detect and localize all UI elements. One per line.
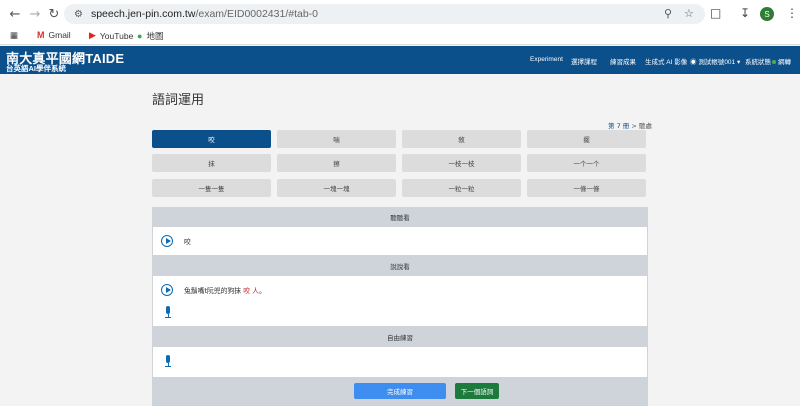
extensions-icon[interactable]: □ bbox=[710, 6, 721, 20]
nav-system-status[interactable]: 系統狀態 bbox=[745, 56, 771, 66]
listen-header: 聽聽看 bbox=[152, 207, 648, 226]
word-button[interactable]: 一枝一枝 bbox=[402, 154, 521, 172]
speak-panel bbox=[152, 275, 648, 327]
download-icon[interactable]: ↧ bbox=[740, 6, 750, 20]
url-host: speech.jen-pin.com.tw bbox=[90, 8, 196, 20]
status-dot-icon bbox=[772, 60, 776, 65]
browser-toolbar: ← → ↻ ⚙ speech.jen-pin.com.tw/exam/EID00… bbox=[0, 0, 800, 28]
site-navbar: 南大真平國網TAIDE 台英語AI學伴系統 Experiment 選擇課程 練習… bbox=[0, 46, 800, 74]
apps-grid-icon[interactable]: ▦ bbox=[10, 30, 18, 41]
address-bar[interactable]: ⚙ speech.jen-pin.com.tw/exam/EID0002431/… bbox=[64, 4, 705, 24]
site-info-icon[interactable]: ⚙ bbox=[74, 9, 83, 20]
word-button[interactable]: 喘 bbox=[277, 130, 396, 148]
breadcrumb-link[interactable]: 第 7 冊 bbox=[608, 122, 629, 130]
bookmark-youtube[interactable]: ▶ YouTube bbox=[89, 30, 133, 41]
bookmark-maps[interactable]: ● 地圖 bbox=[137, 30, 163, 42]
reload-icon[interactable]: ↻ bbox=[45, 5, 63, 23]
bookmarks-bar: ▦ M Gmail ▶ YouTube ● 地圖 bbox=[0, 28, 800, 45]
word-button[interactable]: 一隻一隻 bbox=[152, 179, 271, 197]
word-button[interactable]: 咬 bbox=[152, 130, 271, 148]
maps-icon: ● bbox=[137, 31, 143, 41]
microphone-icon[interactable] bbox=[164, 355, 172, 367]
breadcrumb: 第 7 冊 > 聽處 bbox=[608, 122, 652, 130]
word-button[interactable]: 一粒一粒 bbox=[402, 179, 521, 197]
highlight-word: 咬 人 bbox=[243, 287, 259, 295]
youtube-icon: ▶ bbox=[89, 30, 96, 40]
speak-header: 說說看 bbox=[152, 256, 648, 275]
word-button[interactable]: 一條一條 bbox=[527, 179, 646, 197]
next-word-button[interactable]: 下一個語詞 bbox=[455, 383, 499, 399]
page-title: 語詞運用 bbox=[152, 93, 205, 108]
nav-account[interactable]: ◉ 測試帳號001 ▾ bbox=[690, 56, 740, 66]
more-menu-icon[interactable]: ⋮ bbox=[786, 6, 798, 20]
listen-word: 咬 bbox=[184, 238, 191, 246]
gmail-icon: M bbox=[37, 30, 45, 40]
play-icon[interactable] bbox=[161, 235, 173, 247]
word-button[interactable]: 抹 bbox=[152, 154, 271, 172]
nav-experiment[interactable]: Experiment bbox=[530, 56, 563, 63]
bookmark-gmail[interactable]: M Gmail bbox=[37, 30, 71, 40]
play-icon[interactable] bbox=[161, 284, 173, 296]
free-practice-panel bbox=[152, 346, 648, 378]
word-button[interactable]: 擺 bbox=[527, 130, 646, 148]
bookmark-star-icon[interactable]: ☆ bbox=[684, 7, 694, 20]
forward-icon[interactable]: → bbox=[26, 5, 44, 23]
zoom-icon[interactable]: ⚲ bbox=[664, 7, 672, 20]
speak-sentence: 兔鬚嘴t阮兜的狗抹 咬 人。 bbox=[184, 287, 266, 295]
nav-select-course[interactable]: 選擇課程 bbox=[571, 56, 597, 66]
microphone-icon[interactable] bbox=[164, 306, 172, 318]
back-icon[interactable]: ← bbox=[6, 5, 24, 23]
nav-status-indicator: 網轉 bbox=[772, 56, 791, 66]
word-button[interactable]: 一塊一塊 bbox=[277, 179, 396, 197]
word-button[interactable]: 擦 bbox=[277, 154, 396, 172]
word-button[interactable]: 一个一个 bbox=[527, 154, 646, 172]
site-subtitle: 台英語AI學伴系統 bbox=[6, 64, 66, 73]
word-button[interactable]: 敘 bbox=[402, 130, 521, 148]
finish-practice-button[interactable]: 完成練習 bbox=[354, 383, 446, 399]
listen-panel bbox=[152, 226, 648, 256]
profile-avatar[interactable]: S bbox=[760, 7, 774, 21]
nav-genai-image[interactable]: 生成式 AI 影像 bbox=[645, 56, 687, 66]
nav-results[interactable]: 練習成果 bbox=[610, 56, 636, 66]
url-path: /exam/EID0002431/#tab-0 bbox=[195, 8, 319, 20]
free-practice-header: 自由練習 bbox=[152, 327, 648, 346]
